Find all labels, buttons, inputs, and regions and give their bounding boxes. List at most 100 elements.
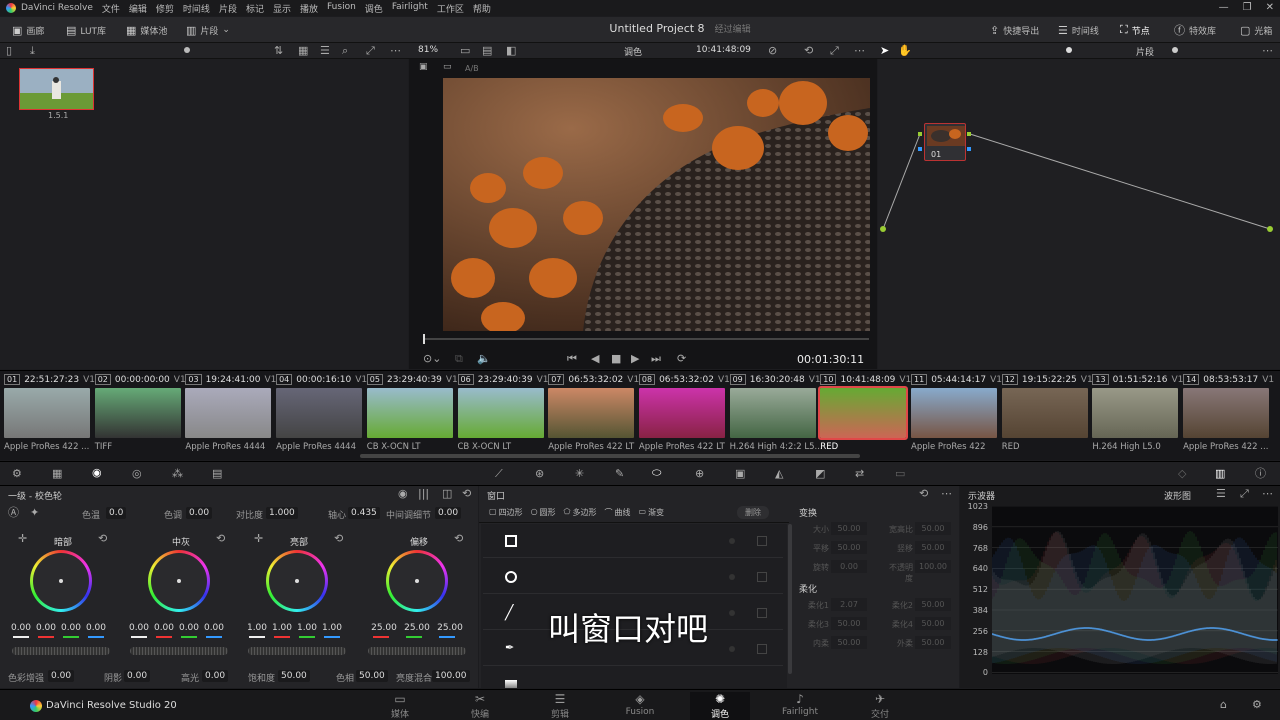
wheel-value[interactable]: 0.00 <box>10 623 32 633</box>
viewer-window-icon[interactable]: ▭ <box>443 63 452 72</box>
menu-item[interactable]: 调色 <box>365 2 383 15</box>
gradient-window-icon[interactable] <box>505 680 517 688</box>
window-list-scrollbar[interactable] <box>788 524 792 674</box>
clip-thumbnail[interactable] <box>94 388 181 438</box>
menu-item[interactable]: 修剪 <box>156 2 174 15</box>
list-view-icon[interactable]: ☰ <box>320 45 330 56</box>
node-input-alpha[interactable] <box>918 147 922 151</box>
param-value[interactable]: 50.00 <box>831 522 867 535</box>
color-picker-icon[interactable]: ⊘ <box>768 45 777 56</box>
quick-export-button[interactable]: ⇪ 快捷导出 <box>990 22 1039 38</box>
clip-thumbnail[interactable] <box>638 388 725 438</box>
wheel-puck[interactable] <box>177 579 181 583</box>
fx-library-button[interactable]: ⓕ 特效库 <box>1174 22 1216 38</box>
auto-balance-icon[interactable]: Ⓐ <box>8 507 19 518</box>
lut-button[interactable]: ▤ LUT库 <box>66 22 106 38</box>
page-tab[interactable]: ▭ 媒体 <box>370 692 430 720</box>
menu-item[interactable]: 时间线 <box>183 2 210 15</box>
menu-item[interactable]: 工作区 <box>437 2 464 15</box>
param-value[interactable]: 50.00 <box>915 636 951 649</box>
camera-raw-icon[interactable]: ⚙ <box>12 468 22 479</box>
layer-icon[interactable]: ⧉ <box>455 353 463 364</box>
loop-icon[interactable]: ⟲ <box>804 45 813 56</box>
wheel-value[interactable]: 1.00 <box>246 623 268 633</box>
node-output-rgb[interactable] <box>967 132 971 136</box>
sidebar-toggle-icon[interactable]: ▯ <box>6 45 12 56</box>
blur-icon[interactable]: ◭ <box>775 468 783 479</box>
clip-thumbnail[interactable] <box>366 388 453 438</box>
viewer-single-icon[interactable]: ▣ <box>419 63 428 72</box>
param-value[interactable]: 2.07 <box>831 598 867 611</box>
circle-window-icon[interactable] <box>505 571 517 583</box>
window-more-icon[interactable]: ⋯ <box>941 488 952 499</box>
loop-playback-icon[interactable]: ⟳ <box>677 353 686 364</box>
menu-item[interactable]: 显示 <box>273 2 291 15</box>
page-tab[interactable]: ✺ 调色 <box>690 692 750 720</box>
window-row-rect[interactable] <box>483 524 783 558</box>
wheel-reset-icon[interactable]: ⟲ <box>216 533 225 544</box>
wheel-value[interactable]: 25.00 <box>403 623 431 633</box>
clips-button[interactable]: ▥ 片段 ⌄ <box>186 22 230 38</box>
zoom-level[interactable]: 81% <box>418 45 438 55</box>
tracker-icon[interactable]: ⊕ <box>695 468 704 479</box>
fullscreen-icon[interactable]: ⤢ <box>830 45 839 56</box>
row-toggle[interactable] <box>729 574 735 580</box>
scopes-icon[interactable]: ▥ <box>1215 468 1225 479</box>
wheel-value[interactable]: 0.00 <box>203 623 225 633</box>
media-pool-button[interactable]: ▦ 媒体池 <box>126 22 167 38</box>
clip-thumbnail[interactable] <box>548 388 635 438</box>
highlight-value[interactable]: 0.00 <box>202 670 229 682</box>
scope-more-icon[interactable]: ⋯ <box>1262 488 1273 499</box>
wheel-reset-icon[interactable]: ⟲ <box>334 533 343 544</box>
wheel-value[interactable]: 1.00 <box>296 623 318 633</box>
clip-thumbnail[interactable] <box>1092 388 1179 438</box>
wheel-value[interactable]: 25.00 <box>436 623 464 633</box>
wheel-value[interactable]: 25.00 <box>370 623 398 633</box>
param-value[interactable]: 0.00 <box>831 560 867 573</box>
wheel-value[interactable]: 0.00 <box>85 623 107 633</box>
go-to-end-icon[interactable]: ⏭ <box>651 353 661 364</box>
app-name[interactable]: DaVinci Resolve <box>21 3 93 13</box>
window-palette-icon[interactable]: ⬭ <box>652 467 661 478</box>
wheel-puck[interactable] <box>415 579 419 583</box>
wheel-value[interactable]: 0.00 <box>35 623 57 633</box>
color-wheel[interactable] <box>386 550 448 612</box>
clip-thumbnail[interactable] <box>185 388 272 438</box>
key-icon[interactable]: ◩ <box>815 468 825 479</box>
grid-view-icon[interactable]: ▦ <box>298 45 308 56</box>
rectangle-window-icon[interactable] <box>505 535 517 547</box>
wheel-puck[interactable] <box>295 579 299 583</box>
eyedropper-icon[interactable]: ✎ <box>615 468 624 479</box>
param-value[interactable]: 50.00 <box>915 617 951 630</box>
hue-value[interactable]: 50.00 <box>356 670 388 682</box>
param-value[interactable]: 50.00 <box>831 617 867 630</box>
pointer-tool-icon[interactable]: ➤ <box>880 45 889 56</box>
clip-thumbnail[interactable] <box>4 388 90 438</box>
picker-icon[interactable]: ✛ <box>18 533 27 544</box>
stop-icon[interactable]: ■ <box>611 353 621 364</box>
nodes-more-icon[interactable]: ⋯ <box>1262 45 1273 56</box>
master-wheel-slider[interactable] <box>368 647 466 655</box>
clip-thumbnail[interactable] <box>729 388 816 438</box>
viewer-image[interactable] <box>443 78 870 331</box>
menu-item[interactable]: Fairlight <box>392 2 428 15</box>
color-wheel[interactable] <box>266 550 328 612</box>
wheel-value[interactable]: 1.00 <box>321 623 343 633</box>
node-slider-handle[interactable] <box>1172 47 1178 53</box>
page-tab[interactable]: ◈ Fusion <box>610 692 670 717</box>
master-wheel-slider[interactable] <box>130 647 228 655</box>
param-value[interactable]: 50.00 <box>831 636 867 649</box>
single-view-icon[interactable]: ▭ <box>460 45 470 56</box>
play-icon[interactable]: ▶ <box>631 353 639 364</box>
magic-mask-icon[interactable]: ▣ <box>735 468 745 479</box>
info-icon[interactable]: ⓘ <box>1255 468 1266 479</box>
wheel-value[interactable]: 1.00 <box>271 623 293 633</box>
nodes-button[interactable]: ⛶ 节点 <box>1120 22 1150 38</box>
menu-item[interactable]: 播放 <box>300 2 318 15</box>
menu-item[interactable]: 标记 <box>246 2 264 15</box>
search-icon[interactable]: ⌕ <box>342 45 348 56</box>
row-toggle[interactable] <box>729 538 735 544</box>
window-tool-button[interactable]: ⬠ 多边形 <box>564 507 597 518</box>
wheel-reset-icon[interactable]: ⟲ <box>98 533 107 544</box>
window-tool-button[interactable]: ⌒ 曲线 <box>605 507 631 518</box>
